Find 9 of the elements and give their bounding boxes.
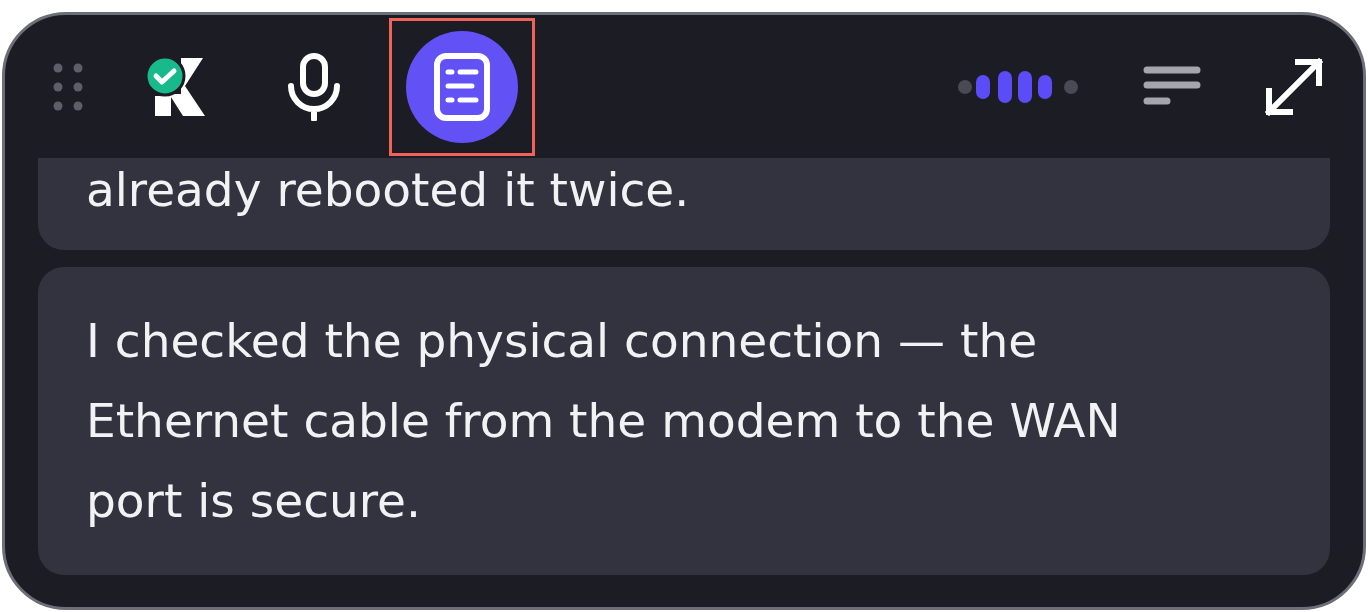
document-list-icon — [432, 51, 492, 122]
microphone-icon — [286, 52, 342, 121]
message-text: already rebooted it twice. — [86, 162, 690, 217]
voice-level-icon — [957, 69, 1079, 104]
text-lines-icon — [1143, 65, 1201, 108]
message-text: I checked the physical connection — the Ethernet cable from the modem to the WAN port is secure. — [86, 313, 1121, 528]
drag-handle-icon[interactable] — [53, 62, 83, 111]
logo-icon[interactable] — [145, 55, 207, 118]
expand-icon[interactable] — [1265, 57, 1323, 116]
